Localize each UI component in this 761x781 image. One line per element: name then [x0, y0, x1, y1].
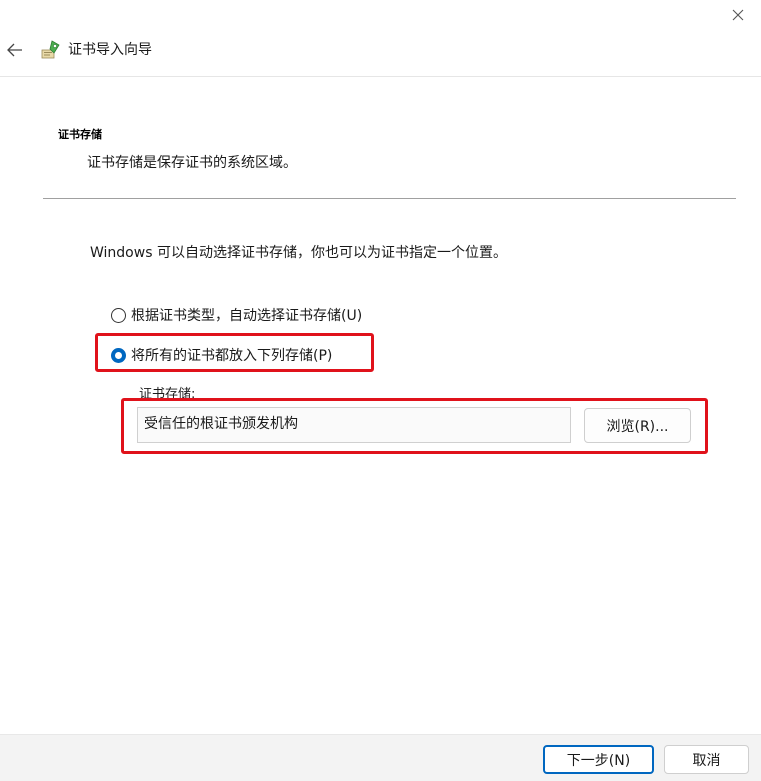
radio-auto-select-store[interactable]: 根据证书类型，自动选择证书存储(U) [111, 305, 362, 325]
arrow-left-icon [7, 43, 22, 57]
wizard-title: 证书导入向导 [68, 42, 152, 58]
wizard-footer: 下一步(N) 取消 [0, 734, 761, 781]
cancel-button[interactable]: 取消 [664, 745, 749, 774]
wizard-header: 证书导入向导 [0, 30, 761, 77]
intro-text: Windows 可以自动选择证书存储，你也可以为证书指定一个位置。 [90, 245, 507, 261]
divider [43, 198, 736, 199]
radio-button-unchecked[interactable] [111, 307, 126, 323]
certificate-icon [41, 40, 60, 59]
next-button[interactable]: 下一步(N) [543, 745, 654, 774]
certificate-import-wizard-window: 证书导入向导 证书存储 证书存储是保存证书的系统区域。 Windows 可以自动… [0, 0, 761, 781]
section-title: 证书存储 [58, 128, 102, 141]
close-icon [732, 9, 744, 21]
section-description: 证书存储是保存证书的系统区域。 [87, 155, 297, 171]
radio-label: 根据证书类型，自动选择证书存储(U) [131, 308, 363, 324]
red-highlight-box [121, 398, 708, 454]
red-highlight-box [95, 333, 374, 372]
back-button[interactable] [2, 38, 28, 62]
close-button[interactable] [715, 0, 761, 30]
